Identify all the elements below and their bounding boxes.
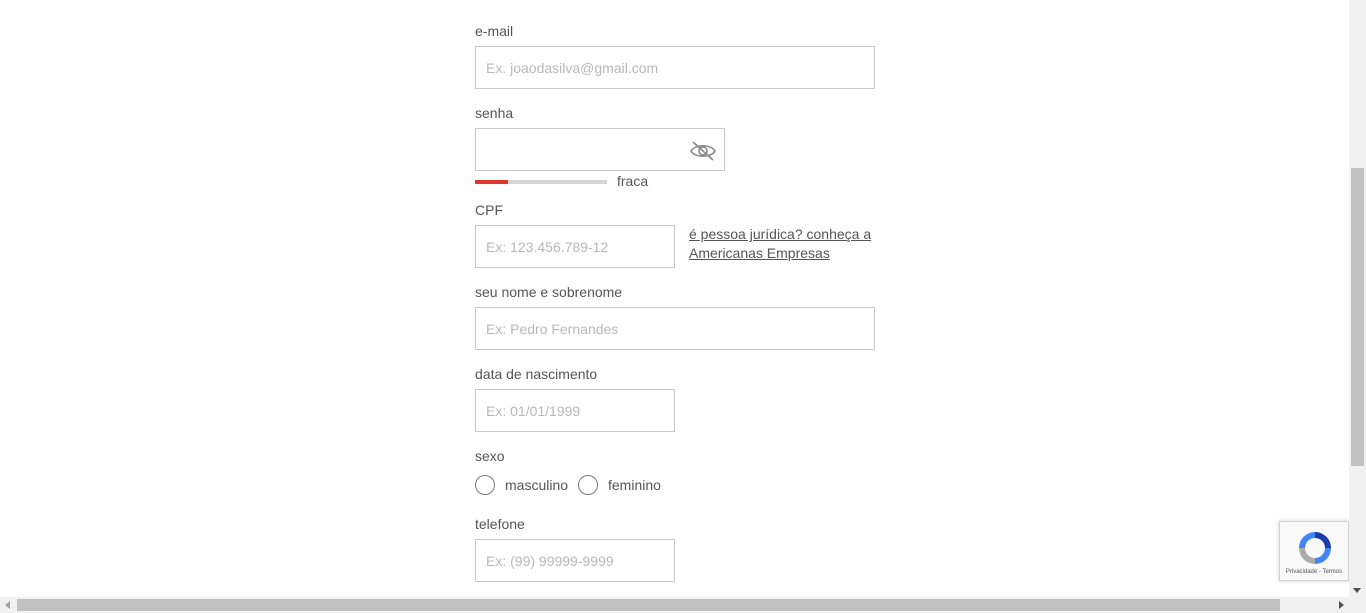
horizontal-scrollbar[interactable]	[0, 597, 1366, 613]
birthdate-field[interactable]	[475, 389, 675, 432]
vertical-scrollbar[interactable]	[1349, 0, 1366, 597]
pj-link[interactable]: é pessoa jurídica? conheça a Americanas …	[689, 225, 889, 263]
sex-label: sexo	[475, 448, 505, 464]
radio-feminino[interactable]	[578, 475, 598, 495]
scroll-left-arrow-icon[interactable]	[5, 601, 10, 609]
cpf-field[interactable]	[475, 225, 675, 268]
radio-feminino-label[interactable]: feminino	[608, 477, 661, 493]
phone-field[interactable]	[475, 539, 675, 582]
radio-masculino-label[interactable]: masculino	[505, 477, 568, 493]
radio-masculino[interactable]	[475, 475, 495, 495]
scroll-right-arrow-icon[interactable]	[1339, 601, 1344, 609]
password-strength-label: fraca	[617, 173, 649, 189]
cpf-label: CPF	[475, 202, 503, 218]
name-label: seu nome e sobrenome	[475, 284, 623, 300]
recaptcha-badge[interactable]: Privacidade - Termos	[1279, 521, 1349, 581]
password-label: senha	[475, 105, 514, 121]
name-field[interactable]	[475, 307, 875, 350]
password-strength-fill	[475, 180, 508, 184]
email-field[interactable]	[475, 46, 875, 89]
password-strength-bar	[475, 180, 607, 184]
horizontal-scrollbar-thumb[interactable]	[17, 599, 1280, 611]
scroll-down-arrow-icon[interactable]	[1353, 588, 1361, 593]
password-field[interactable]	[475, 128, 725, 171]
recaptcha-links[interactable]: Privacidade - Termos	[1280, 569, 1348, 575]
phone-label: telefone	[475, 516, 525, 532]
email-label: e-mail	[475, 23, 514, 39]
recaptcha-logo-icon	[1295, 528, 1335, 568]
vertical-scrollbar-thumb[interactable]	[1351, 168, 1364, 466]
birthdate-label: data de nascimento	[475, 366, 598, 382]
eye-slash-icon[interactable]	[689, 140, 717, 162]
